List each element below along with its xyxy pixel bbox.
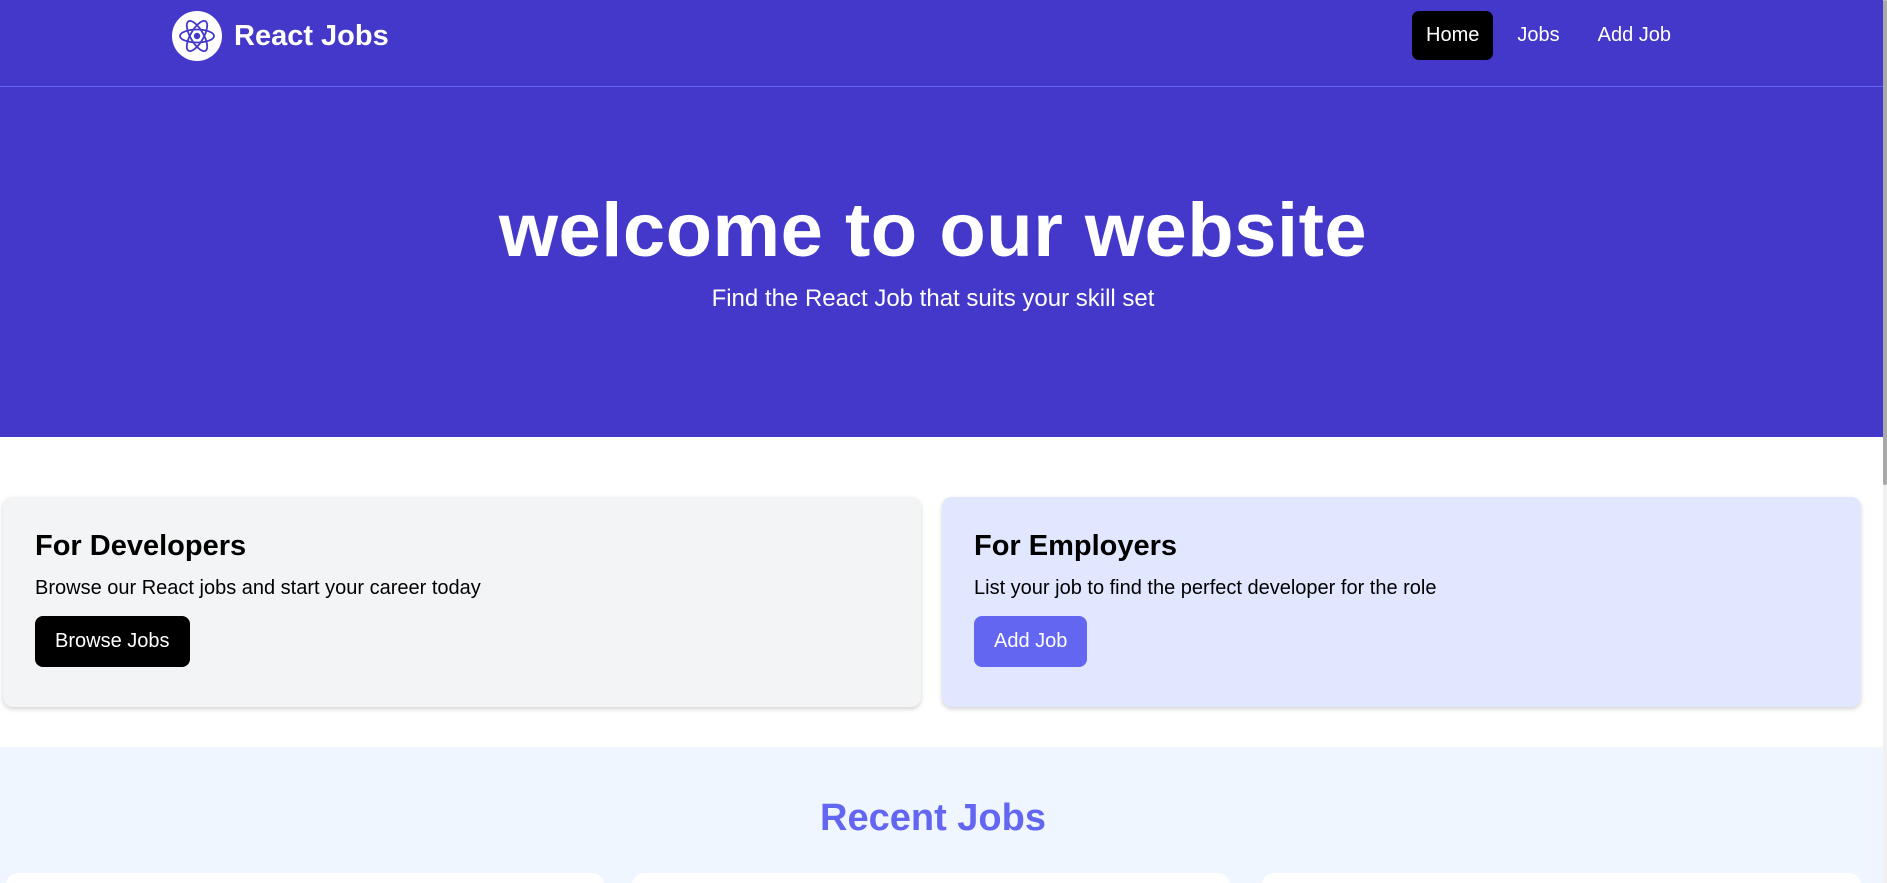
job-card[interactable] <box>632 873 1230 883</box>
recent-jobs-title: Recent Jobs <box>820 797 1046 839</box>
add-job-button[interactable]: Add Job <box>974 616 1088 667</box>
page-scrollbar[interactable] <box>1883 0 1887 883</box>
hero-subtitle: Find the React Job that suits your skill… <box>711 285 1155 312</box>
recent-jobs-section: Recent Jobs <box>0 747 1883 883</box>
nav-home-link[interactable]: Home <box>1412 11 1494 60</box>
hero-title: welcome to our website <box>498 188 1368 273</box>
employers-card-title: For Employers <box>974 530 1178 562</box>
employers-card-text: List your job to find the perfect develo… <box>974 577 1437 599</box>
scrollbar-thumb[interactable] <box>1883 0 1887 485</box>
navbar: React Jobs Home Jobs Add Job <box>0 0 1883 87</box>
developers-card: For Developers Browse our React jobs and… <box>3 497 921 707</box>
brand-title: React Jobs <box>234 19 389 52</box>
employers-card: For Employers List your job to find the … <box>942 497 1861 707</box>
job-card[interactable] <box>6 873 604 883</box>
job-card[interactable] <box>1262 873 1861 883</box>
hero-section: welcome to our website Find the React Jo… <box>0 87 1883 437</box>
nav-add-job-link[interactable]: Add Job <box>1584 11 1685 60</box>
react-atom-icon <box>172 11 222 61</box>
browse-jobs-button[interactable]: Browse Jobs <box>35 616 190 667</box>
nav-jobs-link[interactable]: Jobs <box>1503 11 1573 60</box>
developers-card-text: Browse our React jobs and start your car… <box>35 577 481 599</box>
developers-card-title: For Developers <box>35 530 247 562</box>
brand-link[interactable]: React Jobs <box>172 11 389 61</box>
main-nav: Home Jobs Add Job <box>1402 11 1685 60</box>
